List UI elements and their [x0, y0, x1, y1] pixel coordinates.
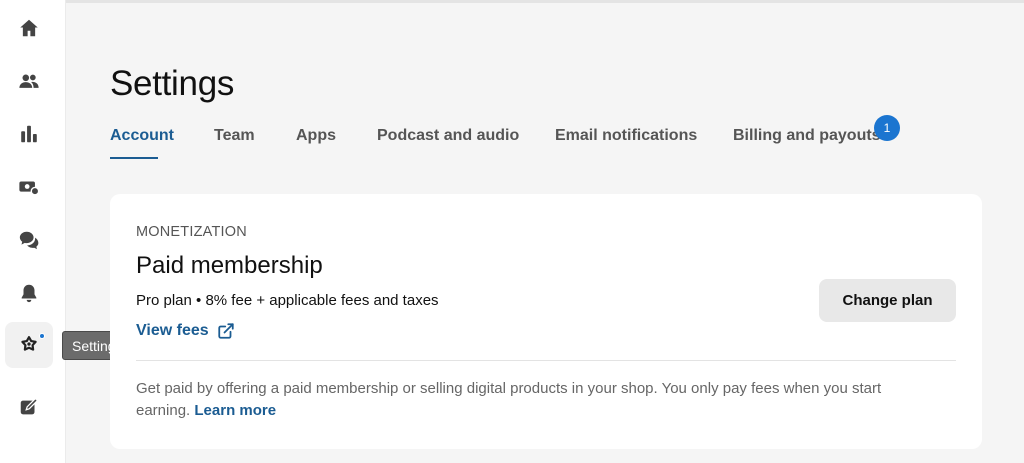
home-icon — [18, 17, 40, 39]
sidebar-item-compose[interactable] — [5, 384, 53, 430]
external-link-icon — [217, 322, 235, 340]
sidebar-item-settings[interactable] — [5, 322, 53, 368]
unread-dot — [39, 333, 45, 339]
tab-apps[interactable]: Apps — [296, 127, 336, 145]
app: Settings Settings Account Team Apps Podc… — [0, 0, 1024, 463]
sidebar — [0, 0, 66, 463]
sidebar-item-chat[interactable] — [5, 217, 53, 263]
page-title: Settings — [110, 64, 235, 103]
view-fees-link[interactable]: View fees — [136, 322, 235, 340]
view-fees-label: View fees — [136, 322, 209, 339]
change-plan-button[interactable]: Change plan — [819, 279, 956, 322]
section-eyebrow: MONETIZATION — [136, 224, 247, 240]
sidebar-item-people[interactable] — [5, 58, 53, 104]
tab-podcast-and-audio[interactable]: Podcast and audio — [377, 127, 519, 145]
bell-icon — [18, 282, 40, 304]
tab-account[interactable]: Account — [110, 127, 174, 159]
settings-gear-icon — [18, 334, 40, 356]
divider — [136, 360, 956, 361]
monetization-card: MONETIZATION Paid membership Pro plan • … — [110, 194, 982, 449]
sidebar-item-home[interactable] — [5, 5, 53, 51]
chat-bubbles-icon — [18, 229, 40, 251]
sidebar-item-monetization[interactable] — [5, 164, 53, 210]
money-icon — [18, 176, 40, 198]
learn-more-link[interactable]: Learn more — [194, 402, 276, 419]
tab-billing-and-payouts[interactable]: Billing and payouts — [733, 127, 881, 145]
card-description: Get paid by offering a paid membership o… — [136, 378, 936, 421]
tab-count-badge: 1 — [874, 115, 900, 141]
sidebar-item-notifications[interactable] — [5, 270, 53, 316]
active-tab-indicator — [110, 157, 158, 159]
bar-chart-icon — [18, 123, 40, 145]
card-title: Paid membership — [136, 252, 323, 279]
tab-team[interactable]: Team — [214, 127, 255, 145]
sidebar-item-stats[interactable] — [5, 111, 53, 157]
top-border — [66, 0, 1024, 3]
tab-label: Account — [110, 127, 174, 144]
tab-email-notifications[interactable]: Email notifications — [555, 127, 697, 145]
plan-summary: Pro plan • 8% fee + applicable fees and … — [136, 292, 439, 309]
people-icon — [18, 70, 40, 92]
compose-icon — [18, 396, 40, 418]
